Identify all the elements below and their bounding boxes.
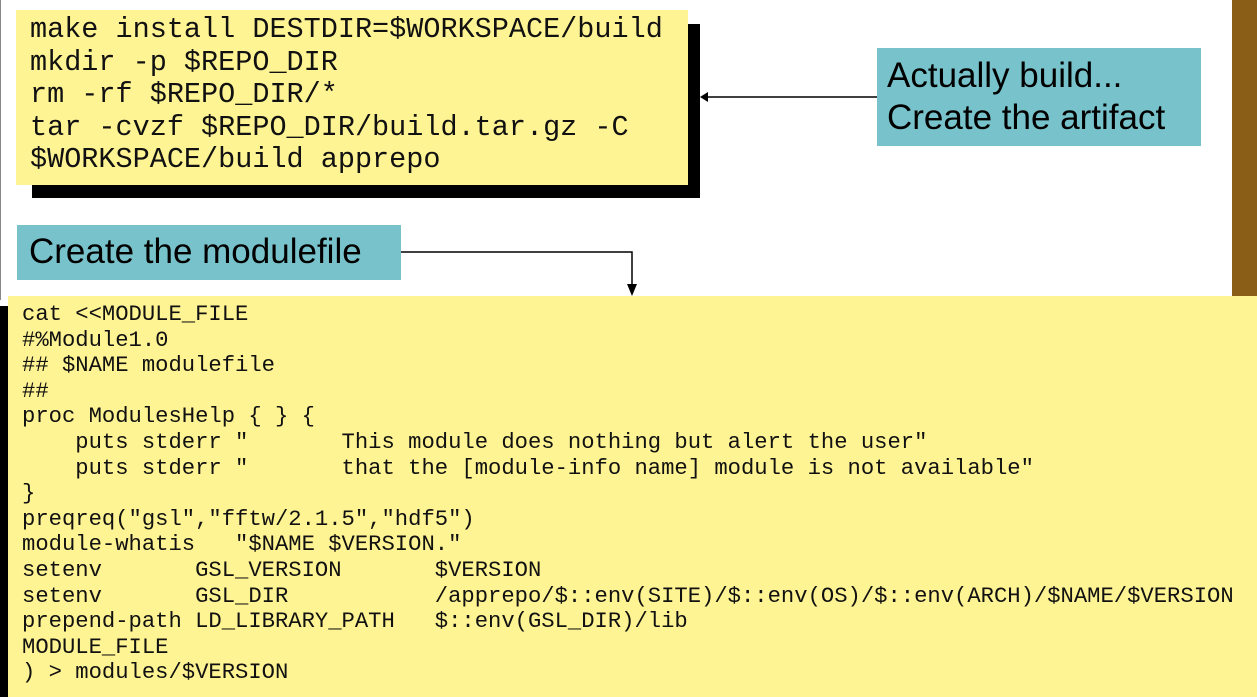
- arrow-to-build-code: [700, 92, 877, 102]
- arrow-to-modulefile-code: [401, 251, 637, 296]
- connectors: [401, 92, 877, 296]
